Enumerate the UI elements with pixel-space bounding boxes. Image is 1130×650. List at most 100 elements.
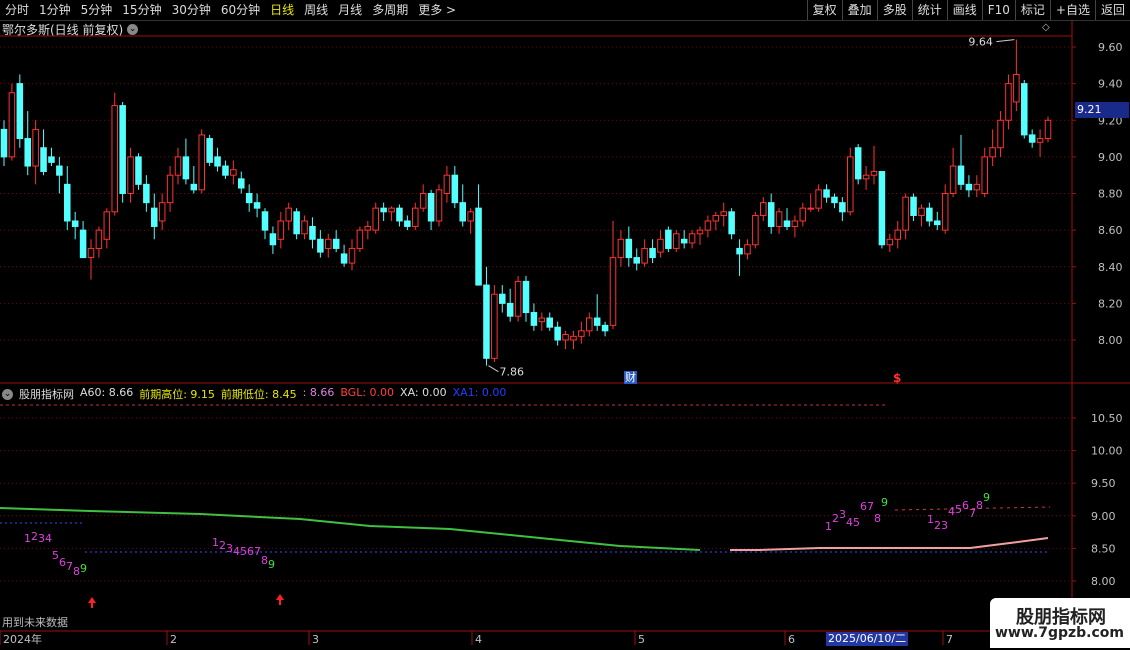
action-button[interactable]: F10 xyxy=(981,0,1015,20)
chevron-down-icon[interactable]: ⌄ xyxy=(2,388,13,400)
period-tab[interactable]: 60分钟 xyxy=(216,0,265,20)
period-tab[interactable]: 月线 xyxy=(333,0,367,20)
candle-body xyxy=(570,335,577,341)
period-tab[interactable]: 周线 xyxy=(299,0,333,20)
sequence-count: 5 xyxy=(853,516,860,529)
candle-body xyxy=(941,193,949,231)
candle-body xyxy=(965,183,973,191)
sequence-count: 4 xyxy=(948,505,955,518)
sequence-count: 6 xyxy=(962,499,969,512)
action-button[interactable]: 标记 xyxy=(1014,0,1050,20)
period-tab[interactable]: 30分钟 xyxy=(167,0,216,20)
indicator-header: ⌄ 股朋指标网 A60: 8.66 前期高位: 9.15 前期低位: 8.45: 8… xyxy=(2,386,506,402)
y-tick-label: 8.20 xyxy=(1098,297,1123,310)
action-button[interactable]: 画线 xyxy=(946,0,982,20)
indicator-field: XA1: 0.00 xyxy=(452,386,507,399)
candle-body xyxy=(253,202,261,209)
y-tick-label: 8.00 xyxy=(1091,575,1116,588)
sequence-count: 6 xyxy=(247,545,254,558)
candle-body xyxy=(87,247,95,259)
main-chart-title: 鄂尔多斯(日线 前复权) ⌄ xyxy=(2,21,139,38)
candle-body xyxy=(277,220,285,240)
candle-body xyxy=(103,211,111,240)
candle-body xyxy=(514,280,522,317)
indicator-name[interactable]: 股朋指标网 xyxy=(19,386,74,402)
action-button[interactable]: 统计 xyxy=(911,0,947,20)
buy-arrow-icon xyxy=(276,594,284,600)
candle-body xyxy=(625,238,633,259)
candle-body xyxy=(989,147,996,158)
candle-body xyxy=(522,280,530,314)
candle-body xyxy=(918,207,925,216)
red-dash-line xyxy=(894,506,1051,511)
x-tick-label: 2024年 xyxy=(3,632,42,646)
dividend-marker[interactable]: $ xyxy=(893,371,901,385)
period-tab[interactable]: 5分钟 xyxy=(76,0,118,20)
period-tabs: 分时 1分钟 5分钟 15分钟 30分钟 60分钟 日线 周线 月线 多周期 更多 > xyxy=(0,0,461,20)
candle-body xyxy=(309,225,316,240)
candle-body xyxy=(301,220,308,235)
sequence-count: 1 xyxy=(212,536,219,549)
candle-body xyxy=(902,196,909,231)
action-button[interactable]: 叠加 xyxy=(841,0,877,20)
period-tab[interactable]: 分时 xyxy=(0,0,34,20)
y-tick-label: 10.50 xyxy=(1091,412,1123,425)
candle-body xyxy=(388,207,395,213)
candle-body xyxy=(427,193,435,222)
ma-line-green xyxy=(0,507,701,551)
y-tick-label: 9.50 xyxy=(1091,477,1116,490)
sequence-count: 4 xyxy=(233,545,240,558)
candle-body xyxy=(214,156,221,167)
period-tab[interactable]: 多周期 xyxy=(367,0,413,20)
diamond-icon[interactable]: ◇ xyxy=(1042,22,1050,33)
period-tab[interactable]: 1分钟 xyxy=(34,0,76,20)
high-pointer xyxy=(996,39,1015,43)
candle-body xyxy=(894,229,901,240)
candle-body xyxy=(823,189,830,198)
period-tab[interactable]: 日线 xyxy=(265,0,299,20)
future-data-note: 用到未来数据 xyxy=(2,616,68,629)
candle-body xyxy=(680,238,688,244)
y-tick-label: 9.00 xyxy=(1098,151,1123,164)
candle-body xyxy=(728,211,735,235)
action-button[interactable]: 复权 xyxy=(806,0,842,20)
kline-chart[interactable]: 9.609.409.209.008.808.608.408.208.009.64… xyxy=(0,0,1130,650)
candle-body xyxy=(1044,119,1052,140)
candle-body xyxy=(135,156,142,185)
chevron-down-icon[interactable]: ⌄ xyxy=(127,24,139,35)
candle-body xyxy=(16,83,24,140)
candle-body xyxy=(1013,73,1020,103)
period-tab[interactable]: 15分钟 xyxy=(117,0,166,20)
candle-body xyxy=(443,174,451,194)
candle-body xyxy=(657,238,664,253)
sequence-count: 5 xyxy=(240,545,247,558)
period-toolbar: 分时 1分钟 5分钟 15分钟 30分钟 60分钟 日线 周线 月线 多周期 更多 > 复权 叠加 多股… xyxy=(0,0,1130,21)
sequence-count: 7 xyxy=(867,500,874,513)
action-button[interactable]: 多股 xyxy=(876,0,912,20)
action-button[interactable]: 返回 xyxy=(1094,0,1130,20)
candle-body xyxy=(475,207,482,286)
candle-body xyxy=(688,233,696,244)
sequence-count: 2 xyxy=(832,512,839,525)
candle-body xyxy=(973,183,981,191)
candle-body xyxy=(744,244,751,255)
candle-body xyxy=(1036,138,1044,143)
sequence-count: 4 xyxy=(45,532,52,545)
candle-body xyxy=(554,326,561,341)
candle-body xyxy=(831,196,838,204)
high-label: 9.64 xyxy=(968,36,993,49)
candle-body xyxy=(190,183,198,191)
stock-title[interactable]: 鄂尔多斯(日线 前复权) xyxy=(2,21,123,38)
sequence-count: 8 xyxy=(874,512,881,525)
finance-marker[interactable]: 财 xyxy=(624,371,637,384)
candle-body xyxy=(752,214,759,246)
period-tab[interactable]: 更多 > xyxy=(413,0,461,20)
candle-body xyxy=(119,105,126,194)
candle-body xyxy=(404,220,411,227)
action-button[interactable]: +自选 xyxy=(1049,0,1095,20)
x-tick-label: 7 xyxy=(946,633,953,646)
sequence-count: 7 xyxy=(254,545,261,558)
candle-body xyxy=(704,220,712,231)
sequence-count: 9 xyxy=(983,491,990,504)
y-tick-label: 8.80 xyxy=(1098,188,1123,201)
